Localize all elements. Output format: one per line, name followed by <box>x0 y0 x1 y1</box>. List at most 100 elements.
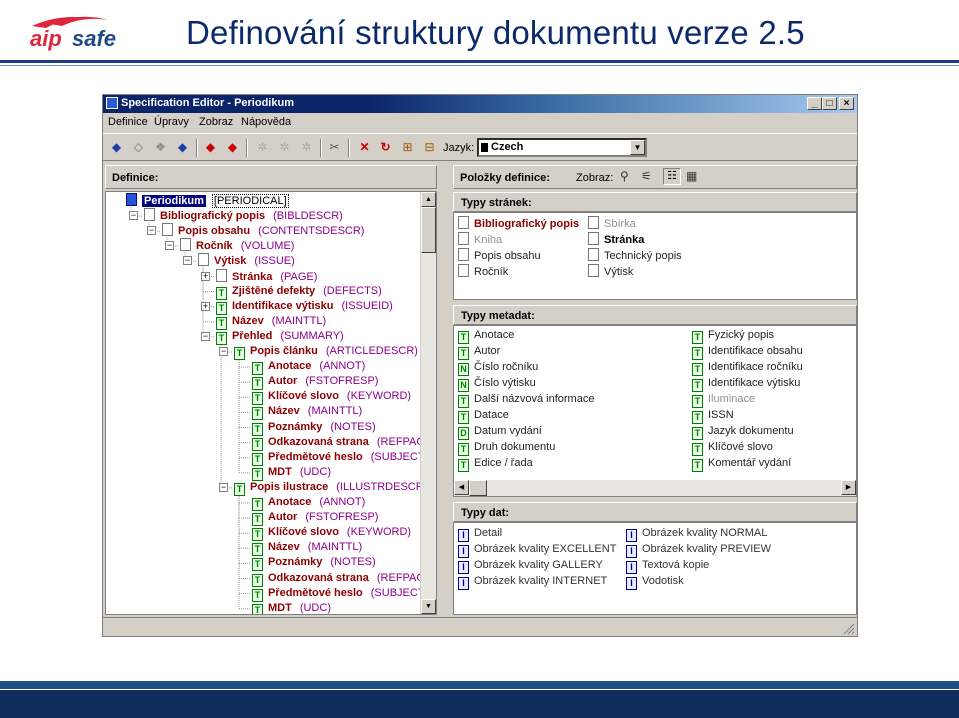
tree-node[interactable]: Popis obsahu (CONTENTSDESCR) <box>162 223 364 238</box>
settings-disabled-icon[interactable]: ✲ <box>255 140 270 154</box>
tree-node[interactable]: T Název (MAINTTL) <box>216 314 326 330</box>
scroll-up-icon[interactable]: ▲ <box>421 192 436 207</box>
metadata-horizontal-scrollbar[interactable]: ◀ ▶ <box>454 480 856 496</box>
page-type-item[interactable]: Kniha <box>458 232 502 248</box>
data-type-item[interactable]: I Obrázek kvality INTERNET <box>458 573 607 590</box>
metadata-type-item[interactable]: T Identifikace ročníku <box>692 359 803 376</box>
maximize-button[interactable]: □ <box>822 97 837 110</box>
cut-icon[interactable]: ✂ <box>327 140 342 154</box>
page-type-item[interactable]: Bibliografický popis <box>458 216 579 232</box>
expand-icon[interactable]: + <box>201 271 210 281</box>
language-select[interactable]: Czech ▼ <box>477 138 647 157</box>
minimize-button[interactable]: _ <box>807 97 822 110</box>
metadata-type-item[interactable]: T Identifikace obsahu <box>692 343 803 360</box>
menu-upravy[interactable]: Úpravy <box>154 116 189 128</box>
data-type-item[interactable]: I Obrázek kvality GALLERY <box>458 557 603 574</box>
view-details-icon[interactable]: ▦ <box>686 169 697 183</box>
close-button[interactable]: × <box>839 97 854 110</box>
tree-node[interactable]: T Anotace (ANNOT) <box>252 359 365 376</box>
tree-node[interactable]: T MDT (UDC) <box>252 465 331 481</box>
tree-node[interactable]: T Název (MAINTTL) <box>252 404 362 421</box>
tree-node[interactable]: T Klíčové slovo (KEYWORD) <box>252 525 411 542</box>
expand-icon[interactable]: + <box>201 301 210 311</box>
metadata-types-list[interactable]: ◀ ▶ T Anotace T Autor N Číslo ročníku N Číslo v… <box>453 325 857 497</box>
tree-node[interactable]: T Popis článku (ARTICLEDESCR) <box>234 344 418 360</box>
refresh-icon[interactable]: ↻ <box>378 140 393 154</box>
metadata-type-item[interactable]: T Datace <box>458 407 509 424</box>
data-type-item[interactable]: I Vodotisk <box>626 573 684 590</box>
metadata-type-item[interactable]: D Datum vydání <box>458 423 542 440</box>
tree-node[interactable]: T Klíčové slovo (KEYWORD) <box>252 389 411 406</box>
data-types-list[interactable]: I Detail I Obrázek kvality EXCELLENT I Obráze… <box>453 522 857 615</box>
collapse-icon[interactable]: − <box>219 347 228 356</box>
tree-node[interactable]: T Odkazovaná strana (REFPAGE) <box>252 435 436 451</box>
tree-collapse-icon[interactable]: ⊟ <box>422 140 437 154</box>
new-definition-icon[interactable]: ◆ <box>109 140 124 154</box>
collapse-icon[interactable]: − <box>129 211 138 221</box>
metadata-type-item[interactable]: T Jazyk dokumentu <box>692 423 794 440</box>
resize-grip-icon[interactable] <box>843 623 855 635</box>
add-item-icon[interactable]: ◆ <box>203 140 218 154</box>
delete-icon[interactable]: ✕ <box>357 140 372 154</box>
scroll-left-icon[interactable]: ◀ <box>454 480 469 495</box>
menu-zobraz[interactable]: Zobraz <box>199 116 233 128</box>
tree-node[interactable]: T Identifikace výtisku (ISSUEID) <box>216 299 393 315</box>
tree-node[interactable]: Výtisk (ISSUE) <box>198 253 295 268</box>
edit-icon[interactable]: ◇ <box>131 140 146 154</box>
view-tree-icon[interactable]: ⚟ <box>641 169 652 183</box>
menu-napoveda[interactable]: Nápověda <box>241 116 291 128</box>
page-type-item[interactable]: Stránka <box>588 232 644 248</box>
metadata-type-item[interactable]: T Identifikace výtisku <box>692 375 800 392</box>
tree-node[interactable]: T Poznámky (NOTES) <box>252 555 376 572</box>
tree-node[interactable]: Bibliografický popis (BIBLDESCR) <box>144 208 343 223</box>
tree-node[interactable]: T Název (MAINTTL) <box>252 540 362 557</box>
metadata-type-item[interactable]: T Klíčové slovo <box>692 439 773 456</box>
metadata-type-item[interactable]: N Číslo výtisku <box>458 375 536 392</box>
settings2-disabled-icon[interactable]: ✲ <box>277 140 292 154</box>
tree-node[interactable]: Stránka (PAGE) <box>216 268 317 284</box>
metadata-type-item[interactable]: T Komentář vydání <box>692 455 791 472</box>
tree-node[interactable]: T Předmětové heslo (SUBJECT) <box>252 586 428 602</box>
metadata-type-item[interactable]: T Iluminace <box>692 391 755 408</box>
data-type-item[interactable]: I Obrázek kvality PREVIEW <box>626 541 771 558</box>
tree-node[interactable]: T Předmětové heslo (SUBJECT) <box>252 450 428 466</box>
tree-node[interactable]: T Autor (FSTOFRESP) <box>252 510 378 527</box>
tree-node[interactable]: Periodikum [PERIODICAL] <box>126 193 289 208</box>
page-type-item[interactable]: Technický popis <box>588 248 682 264</box>
metadata-type-item[interactable]: T Edice / řada <box>458 455 533 472</box>
save-icon[interactable]: ◆ <box>175 140 190 154</box>
metadata-type-item[interactable]: T ISSN <box>692 407 734 424</box>
tree-node[interactable]: T Anotace (ANNOT) <box>252 495 365 511</box>
scroll-right-icon[interactable]: ▶ <box>841 480 856 495</box>
page-types-list[interactable]: Bibliografický popis Kniha Popis obsahu Roč… <box>453 212 857 300</box>
collapse-icon[interactable]: − <box>183 256 192 266</box>
metadata-type-item[interactable]: N Číslo ročníku <box>458 359 538 376</box>
window-titlebar[interactable]: Specification Editor - Periodikum _ □ × <box>103 95 857 113</box>
remove-item-icon[interactable]: ◆ <box>225 140 240 154</box>
page-type-item[interactable]: Popis obsahu <box>458 248 541 264</box>
collapse-icon[interactable]: − <box>201 331 210 341</box>
data-type-item[interactable]: I Obrázek kvality EXCELLENT <box>458 541 616 558</box>
menu-definice[interactable]: Definice <box>108 116 148 128</box>
chevron-down-icon[interactable]: ▼ <box>630 140 645 155</box>
tree-node[interactable]: T Odkazovaná strana (REFPAGE) <box>252 571 436 587</box>
metadata-type-item[interactable]: T Fyzický popis <box>692 327 774 344</box>
scroll-down-icon[interactable]: ▼ <box>421 599 436 614</box>
horizontal-scroll-thumb[interactable] <box>469 480 487 496</box>
view-large-icons-icon[interactable]: ⚲ <box>620 169 629 183</box>
metadata-type-item[interactable]: T Další názvová informace <box>458 391 594 408</box>
page-type-item[interactable]: Ročník <box>458 264 508 280</box>
page-type-item[interactable]: Výtisk <box>588 264 633 280</box>
scroll-thumb[interactable] <box>421 207 436 253</box>
metadata-type-item[interactable]: T Anotace <box>458 327 514 344</box>
tree-node[interactable]: T Zjištěné defekty (DEFECTS) <box>216 284 382 300</box>
tree-node[interactable]: T Přehled (SUMMARY) <box>216 329 344 345</box>
copy-icon[interactable]: ❖ <box>153 140 168 154</box>
data-type-item[interactable]: I Detail <box>458 525 502 542</box>
data-type-item[interactable]: I Textová kopie <box>626 557 709 574</box>
tree-node[interactable]: T MDT (UDC) <box>252 601 331 614</box>
view-list-icon[interactable]: ☷ <box>663 168 681 185</box>
metadata-type-item[interactable]: T Druh dokumentu <box>458 439 555 456</box>
tree-expand-icon[interactable]: ⊞ <box>400 140 415 154</box>
settings3-disabled-icon[interactable]: ✲ <box>299 140 314 154</box>
